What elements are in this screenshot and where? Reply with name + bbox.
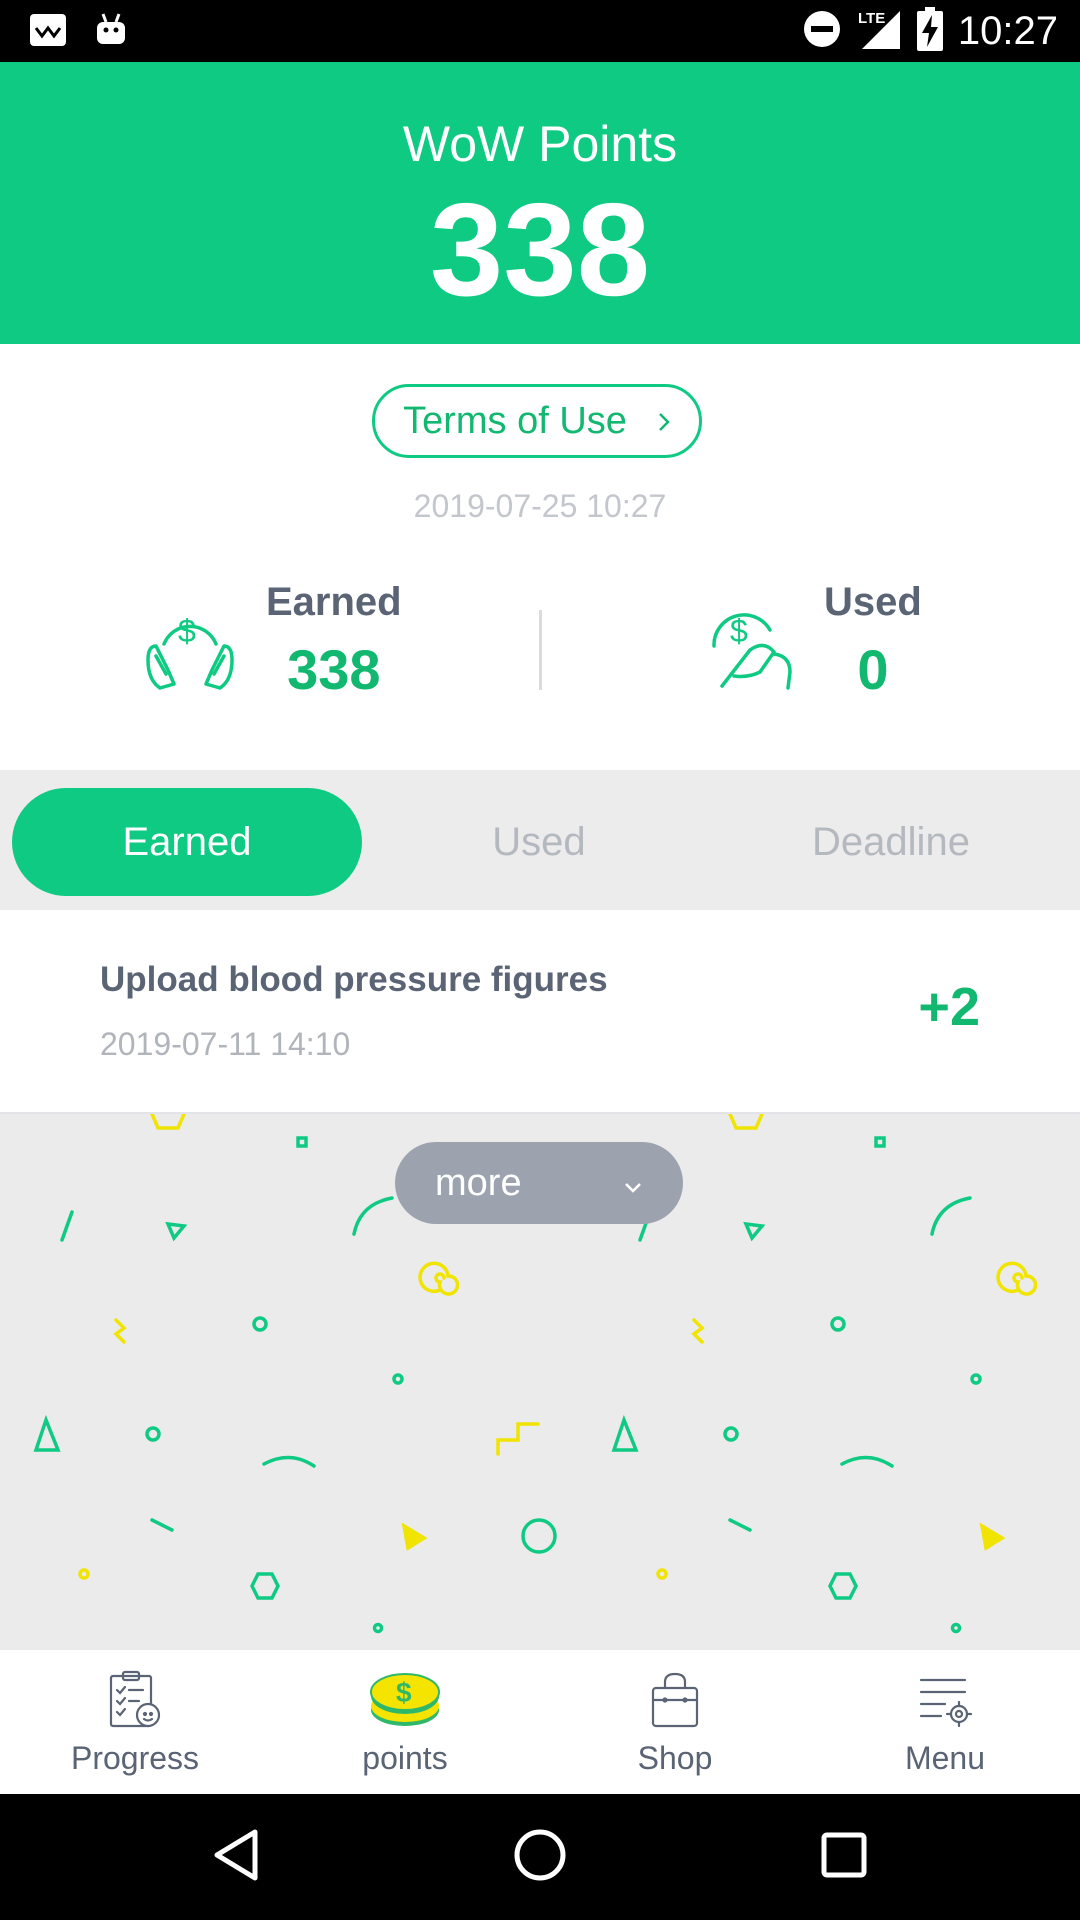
nav-shop-label: Shop bbox=[637, 1740, 713, 1776]
hands-dollar-icon: $ bbox=[142, 600, 238, 701]
more-button[interactable]: more bbox=[395, 1142, 683, 1224]
terms-of-use-button[interactable]: Terms of Use bbox=[372, 384, 702, 458]
shopping-bag-icon bbox=[645, 1670, 705, 1730]
earned-summary-label: Earned bbox=[266, 580, 402, 624]
history-item-points: +2 bbox=[918, 977, 980, 1037]
svg-text:$: $ bbox=[396, 1677, 412, 1708]
svg-text:$: $ bbox=[178, 613, 196, 649]
home-circle-icon bbox=[513, 1828, 567, 1887]
nav-menu-label: Menu bbox=[904, 1740, 986, 1776]
back-button[interactable] bbox=[176, 1794, 296, 1920]
used-summary: Used 0 bbox=[824, 580, 922, 702]
tab-deadline[interactable]: Deadline bbox=[716, 788, 1066, 896]
menu-settings-icon bbox=[915, 1670, 975, 1730]
status-time: 10:27 bbox=[957, 9, 1058, 53]
list-item[interactable]: Upload blood pressure figures 2019-07-11… bbox=[0, 910, 1080, 1114]
do-not-disturb-icon bbox=[802, 9, 842, 54]
nav-points[interactable]: $ points bbox=[270, 1650, 540, 1794]
recents-button[interactable] bbox=[784, 1794, 904, 1920]
network-type-label: LTE bbox=[858, 10, 885, 27]
points-screen: LTE 10:27 WoW Points 338 Terms of Use 20… bbox=[0, 0, 1080, 1920]
total-points: 338 bbox=[429, 176, 651, 323]
terms-of-use-label: Terms of Use bbox=[403, 399, 627, 442]
svg-text:$: $ bbox=[730, 613, 748, 649]
home-button[interactable] bbox=[480, 1794, 600, 1920]
used-summary-label: Used bbox=[824, 580, 922, 624]
summary-divider bbox=[539, 610, 542, 690]
history-item-date: 2019-07-11 14:10 bbox=[100, 1026, 351, 1062]
back-triangle-icon bbox=[211, 1828, 261, 1887]
used-summary-value: 0 bbox=[857, 638, 889, 701]
progress-icon bbox=[105, 1670, 165, 1730]
chevron-right-icon bbox=[657, 400, 671, 443]
tab-earned[interactable]: Earned bbox=[12, 788, 362, 896]
points-summary: $ Earned 338 $ Used 0 bbox=[0, 560, 1080, 770]
tab-used[interactable]: Used bbox=[364, 788, 714, 896]
coin-icon: $ bbox=[367, 1670, 443, 1730]
status-bar: LTE 10:27 bbox=[0, 0, 1080, 62]
nav-shop[interactable]: Shop bbox=[540, 1650, 810, 1794]
last-updated-timestamp: 2019-07-25 10:27 bbox=[413, 488, 667, 524]
nav-points-label: points bbox=[362, 1740, 448, 1776]
more-button-label: more bbox=[435, 1161, 522, 1204]
earned-summary-value: 338 bbox=[287, 638, 381, 701]
system-navigation-bar bbox=[0, 1794, 1080, 1920]
android-icon bbox=[94, 12, 128, 53]
nav-menu[interactable]: Menu bbox=[810, 1650, 1080, 1794]
earned-summary: Earned 338 bbox=[266, 580, 402, 702]
history-tabs: Earned Used Deadline bbox=[0, 770, 1080, 910]
signal-icon: LTE bbox=[856, 7, 902, 56]
notification-app-icon bbox=[28, 12, 68, 53]
points-header: WoW Points 338 bbox=[0, 62, 1080, 344]
bottom-navigation: Progress $ points Shop Menu bbox=[0, 1650, 1080, 1794]
recents-square-icon bbox=[820, 1831, 868, 1884]
page-title: WoW Points bbox=[402, 116, 678, 172]
nav-progress[interactable]: Progress bbox=[0, 1650, 270, 1794]
chevron-down-icon bbox=[623, 1162, 643, 1205]
hand-dollar-icon: $ bbox=[704, 600, 800, 701]
nav-progress-label: Progress bbox=[70, 1740, 200, 1776]
history-item-title: Upload blood pressure figures bbox=[100, 960, 608, 999]
battery-charging-icon bbox=[916, 6, 944, 56]
